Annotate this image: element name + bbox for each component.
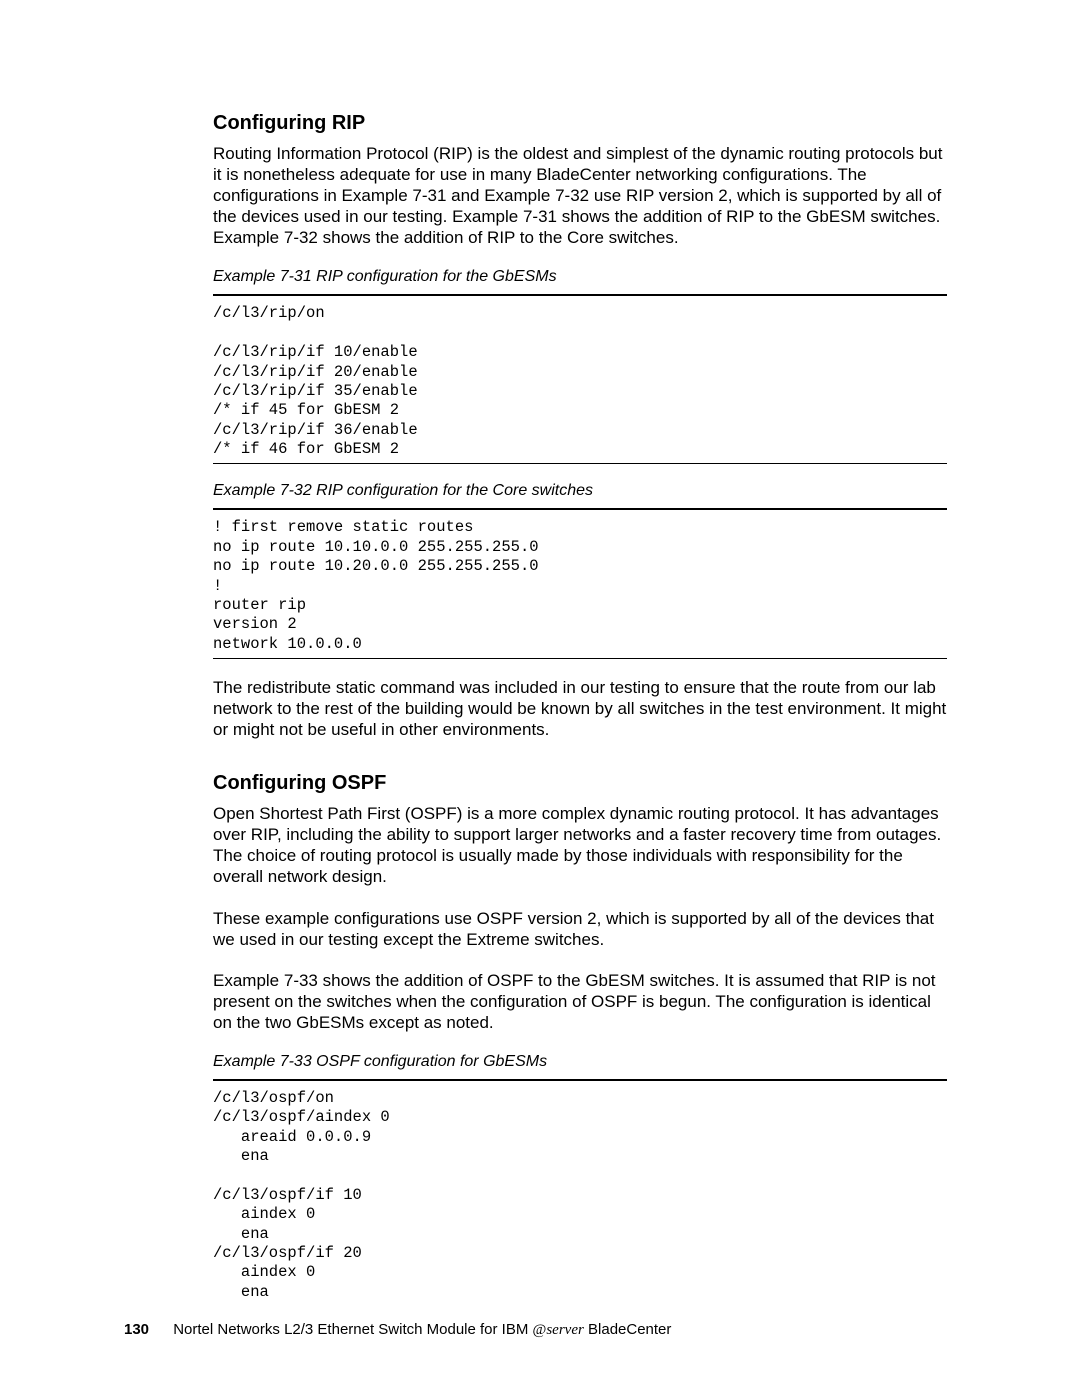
page-number: 130 xyxy=(124,1321,149,1338)
paragraph-rip-intro: Routing Information Protocol (RIP) is th… xyxy=(213,143,947,248)
caption-example-7-31: Example 7-31 RIP configuration for the G… xyxy=(213,268,947,290)
caption-example-7-33: Example 7-33 OSPF configuration for GbES… xyxy=(213,1053,947,1075)
divider-top-example-7-31 xyxy=(213,294,947,296)
heading-configuring-rip: Configuring RIP xyxy=(213,112,947,135)
footer-title-prefix: Nortel Networks L2/3 Ethernet Switch Mod… xyxy=(173,1321,532,1338)
paragraph-redistribute-note: The redistribute static command was incl… xyxy=(213,677,947,740)
divider-top-example-7-32 xyxy=(213,508,947,510)
code-example-7-32: ! first remove static routes no ip route… xyxy=(213,518,947,654)
code-example-7-31: /c/l3/rip/on /c/l3/rip/if 10/enable /c/l… xyxy=(213,304,947,459)
divider-bottom-example-7-31 xyxy=(213,463,947,464)
footer-title-suffix: BladeCenter xyxy=(584,1321,672,1338)
paragraph-ospf-intro: Open Shortest Path First (OSPF) is a mor… xyxy=(213,803,947,887)
section-spacer xyxy=(213,760,947,772)
paragraph-ospf-example-intro: Example 7-33 shows the addition of OSPF … xyxy=(213,970,947,1033)
page-content: Configuring RIP Routing Information Prot… xyxy=(0,0,1080,1397)
heading-configuring-ospf: Configuring OSPF xyxy=(213,772,947,795)
paragraph-ospf-version: These example configurations use OSPF ve… xyxy=(213,908,947,950)
code-example-7-33: /c/l3/ospf/on /c/l3/ospf/aindex 0 areaid… xyxy=(213,1089,947,1302)
eserver-word: server xyxy=(546,1322,584,1338)
divider-top-example-7-33 xyxy=(213,1079,947,1081)
page-footer: 130 Nortel Networks L2/3 Ethernet Switch… xyxy=(124,1321,671,1339)
eserver-at-icon: @ xyxy=(533,1322,547,1338)
divider-bottom-example-7-32 xyxy=(213,658,947,659)
eserver-logo: @server xyxy=(533,1322,584,1338)
caption-example-7-32: Example 7-32 RIP configuration for the C… xyxy=(213,482,947,504)
